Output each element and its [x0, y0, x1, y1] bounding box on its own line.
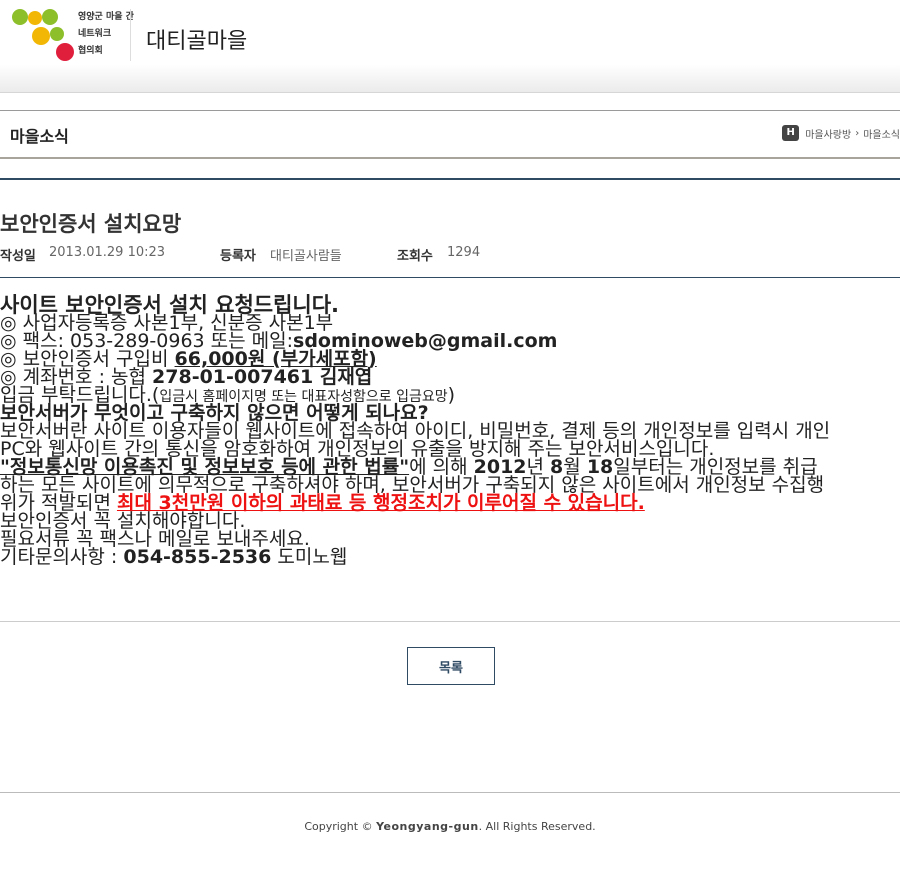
views-label: 조회수 [397, 249, 433, 264]
breadcrumb-item-current[interactable]: 마을소식 [863, 126, 900, 141]
post-title: 보안인증서 설치요망 [0, 212, 182, 236]
section-title: 마을소식 [10, 127, 69, 146]
logo-line-2: 네트워크 [78, 29, 112, 39]
logo-line-3: 협의회 [78, 46, 103, 56]
date-value: 2013.01.29 10:23 [49, 245, 166, 260]
copyright-prefix: Copyright © [304, 820, 377, 833]
network-logo[interactable]: 영양군 마을 간 네트워크 협의회 대티골마을 [10, 7, 250, 63]
post-bottom-rule [0, 621, 900, 622]
breadcrumb-bar: 마을소식 H 마을사랑방 › 마을소식 [0, 110, 900, 159]
copyright-suffix: . All Rights Reserved. [478, 820, 596, 833]
date-label: 작성일 [0, 249, 36, 264]
list-button[interactable]: 목록 [407, 647, 495, 685]
footer-brand: Yeongyang-gun [376, 820, 479, 833]
site-header: 영양군 마을 간 네트워크 협의회 대티골마을 [0, 0, 900, 93]
post-meta: 작성일 2013.01.29 10:23 등록자 대티골사람들 조회수 1294 [0, 244, 900, 278]
logo-line-1: 영양군 마을 간 [78, 12, 134, 22]
chevron-right-icon: › [855, 127, 860, 139]
site-name[interactable]: 대티골마을 [146, 23, 247, 55]
content-line: 기타문의사항 : 054-855-2536 도미노웹 [0, 546, 348, 568]
footer: Copyright © Yeongyang-gun. All Rights Re… [0, 820, 900, 833]
author-value: 대티골사람들 [270, 249, 342, 264]
logo-divider [130, 9, 131, 61]
logo-dots-icon [12, 9, 74, 61]
breadcrumb: H 마을사랑방 › 마을소식 [782, 125, 900, 141]
post-top-rule [0, 178, 900, 180]
views-value: 1294 [447, 245, 481, 260]
logo-wordmark: 영양군 마을 간 네트워크 협의회 [78, 9, 134, 60]
post-content: 사이트 보안인증서 설치 요청드립니다. ◎ 사업자등록증 사본1부, 신분증 … [0, 295, 900, 568]
breadcrumb-item-board[interactable]: 마을사랑방 [805, 126, 851, 141]
footer-rule [0, 792, 900, 793]
home-icon[interactable]: H [782, 125, 800, 141]
author-label: 등록자 [220, 249, 256, 264]
